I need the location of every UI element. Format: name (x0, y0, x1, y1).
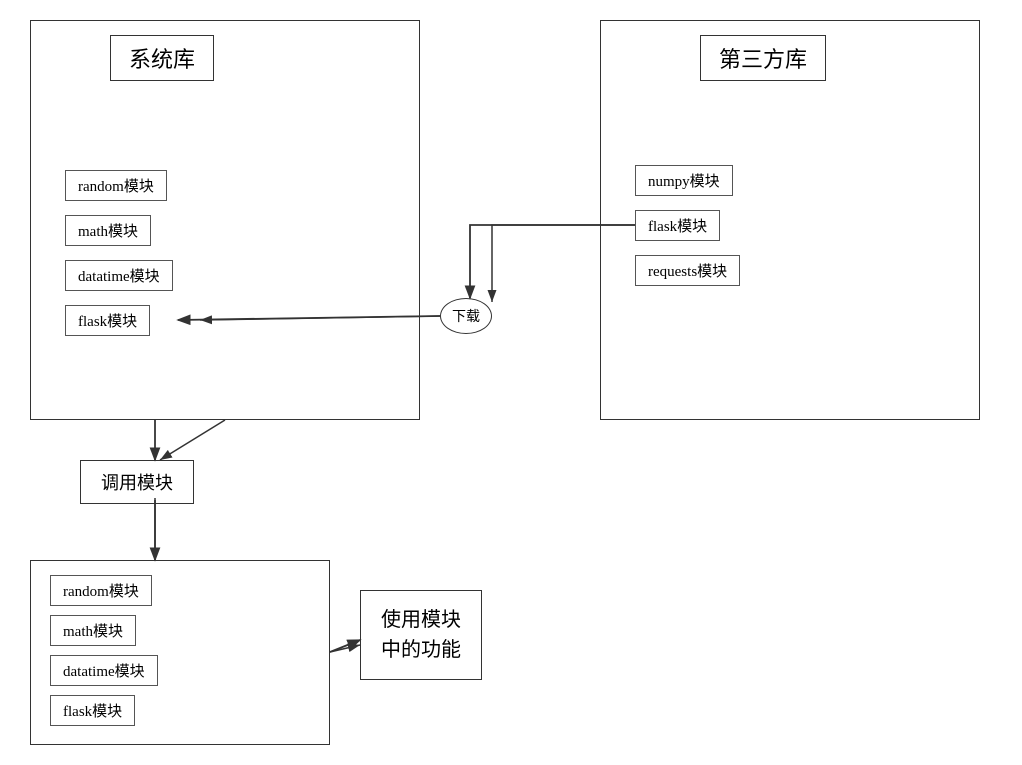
bl-datetime-module: datatime模块 (50, 655, 158, 686)
tp-numpy-module: numpy模块 (635, 165, 733, 196)
sl-math-module: math模块 (65, 215, 151, 246)
third-party-title: 第三方库 (700, 35, 826, 81)
invoke-box: 调用模块 (80, 460, 194, 504)
sl-random-module: random模块 (65, 170, 167, 201)
bl-random-module: random模块 (50, 575, 152, 606)
tp-flask-module: flask模块 (635, 210, 720, 241)
bl-flask-module: flask模块 (50, 695, 135, 726)
sl-datetime-module: datatime模块 (65, 260, 173, 291)
sl-flask-module: flask模块 (65, 305, 150, 336)
use-module-box: 使用模块 中的功能 (360, 590, 482, 680)
tp-requests-module: requests模块 (635, 255, 740, 286)
diagram: 系统库 第三方库 random模块 math模块 datatime模块 flas… (0, 0, 1022, 765)
system-lib-title: 系统库 (110, 35, 214, 81)
download-oval: 下载 (440, 298, 492, 334)
bl-math-module: math模块 (50, 615, 136, 646)
